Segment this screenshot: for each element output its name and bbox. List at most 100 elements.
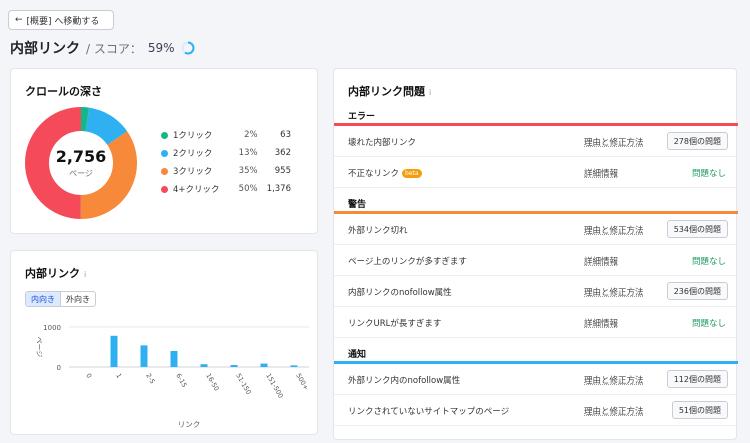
issue-row[interactable]: 外部リンク内のnofollow属性 理由と修正方法 112個の問題 (334, 365, 738, 395)
legend-label: 4+クリック (173, 185, 220, 195)
legend-percent: 2% (244, 130, 258, 140)
legend-percent: 35% (238, 166, 258, 176)
issue-count-button[interactable]: 51個の問題 (671, 401, 728, 419)
x-tick-label: 51-150 (234, 372, 252, 396)
section-divider (334, 361, 738, 364)
bar (200, 364, 208, 367)
issue-status: 問題なし (691, 319, 726, 329)
score-ring-icon (181, 41, 195, 55)
arrow-left-icon: ← (15, 15, 23, 25)
issue-status: 問題なし (691, 169, 726, 179)
issue-name[interactable]: 内部リンクのnofollow属性 (348, 286, 452, 298)
legend-item: 2クリック 13% 362 (161, 147, 291, 159)
issue-count-button[interactable]: 534個の問題 (666, 220, 728, 238)
internal-links-title: 内部リンク i (25, 265, 86, 281)
section-heading: 警告 (348, 200, 367, 210)
issue-count-button[interactable]: 236個の問題 (666, 282, 728, 300)
legend-label: 3クリック (173, 167, 213, 177)
crawl-depth-title: クロールの深さ (25, 85, 102, 98)
total-pages: 2,756 (55, 147, 107, 166)
issue-name[interactable]: ページ上のリンクが多すぎます (348, 255, 467, 267)
issue-row[interactable]: 内部リンクのnofollow属性 理由と修正方法 236個の問題 (334, 277, 738, 307)
issue-help-link[interactable]: 理由と修正方法 (584, 224, 644, 236)
legend-count: 955 (274, 166, 291, 176)
bar (140, 345, 148, 367)
issue-help-link[interactable]: 詳細情報 (584, 167, 618, 179)
crawl-depth-card: クロールの深さ 2,756 ページ 1クリック 2% 63 2クリック 13% 362 3ク… (10, 68, 318, 234)
x-tick-label: 6-15 (174, 372, 188, 389)
legend-percent: 13% (238, 148, 258, 158)
issue-name[interactable]: 不正なリンク beta (348, 167, 422, 179)
internal-links-title-text: 内部リンク (25, 267, 80, 280)
issue-help-link[interactable]: 理由と修正方法 (584, 136, 644, 148)
issue-help-link[interactable]: 理由と修正方法 (584, 405, 644, 417)
y-tick-label: 1000 (43, 324, 61, 332)
issue-name[interactable]: リンクURLが長すぎます (348, 317, 441, 329)
x-tick-label: 16-50 (204, 372, 220, 392)
x-tick-label: 1 (114, 372, 123, 380)
legend-percent: 50% (238, 184, 258, 194)
legend-count: 362 (274, 148, 291, 158)
section-divider (334, 211, 738, 214)
legend-item: 4+クリック 50% 1,376 (161, 183, 291, 195)
issue-name[interactable]: リンクされていないサイトマップのページ (348, 405, 509, 417)
x-tick-label: 500+ (294, 372, 310, 391)
legend-item: 1クリック 2% 63 (161, 129, 291, 141)
y-tick-label: 0 (57, 364, 61, 372)
issue-row[interactable]: リンクURLが長すぎます 詳細情報 問題なし (334, 308, 738, 338)
legend-count: 63 (280, 130, 291, 140)
legend-count: 1,376 (266, 184, 291, 194)
issues-title-text: 内部リンク問題 (348, 85, 425, 98)
issue-row[interactable]: ページ上のリンクが多すぎます 詳細情報 問題なし (334, 246, 738, 276)
page-title: 内部リンク (10, 41, 80, 57)
issue-row[interactable]: 外部リンク切れ 理由と修正方法 534個の問題 (334, 215, 738, 245)
section-heading: エラー (348, 112, 376, 122)
bar (260, 363, 268, 367)
beta-badge: beta (402, 169, 422, 178)
issue-row[interactable]: 壊れた内部リンク 理由と修正方法 278個の問題 (334, 127, 738, 157)
issue-name[interactable]: 外部リンク切れ (348, 224, 408, 236)
score-label: / スコア： (86, 41, 142, 56)
issue-status: 問題なし (691, 257, 726, 267)
legend-item: 3クリック 35% 955 (161, 165, 291, 177)
legend-dot-icon (161, 185, 168, 193)
x-axis-label: リンク (178, 420, 201, 429)
issue-help-link[interactable]: 詳細情報 (584, 255, 618, 267)
toggle-outbound[interactable]: 外向き (61, 292, 95, 306)
issue-count-button[interactable]: 278個の問題 (666, 132, 728, 150)
x-tick-label: 0 (84, 372, 93, 380)
page-header: 内部リンク / スコア： 59% (10, 38, 195, 58)
bar (170, 351, 178, 367)
issue-name[interactable]: 外部リンク内のnofollow属性 (348, 374, 460, 386)
bar (290, 365, 298, 367)
bar (230, 365, 238, 367)
internal-links-card: 内部リンク i 内向き 外向き 1000 0 ページ 0 1 2-5 6-15 16-50 51-… (10, 250, 318, 435)
issue-name[interactable]: 壊れた内部リンク (348, 136, 416, 148)
toggle-inbound[interactable]: 内向き (26, 292, 61, 306)
issue-row[interactable]: 不正なリンク beta 詳細情報 問題なし (334, 158, 738, 188)
x-tick-label: 2-5 (144, 372, 156, 385)
legend-dot-icon (161, 131, 168, 139)
donut-center: 2,756 ページ (25, 107, 137, 219)
back-to-overview-button[interactable]: ← [概要] へ移動する (8, 10, 114, 30)
bar (110, 335, 118, 367)
issue-help-link[interactable]: 理由と修正方法 (584, 374, 644, 386)
legend-label: 1クリック (173, 131, 213, 141)
y-axis-label: ページ (35, 337, 43, 358)
info-icon[interactable]: i (429, 88, 431, 97)
legend-dot-icon (161, 149, 168, 157)
internal-links-bar-chart: 1000 0 ページ 0 1 2-5 6-15 16-50 51-150 151-500 500+ リ… (35, 324, 310, 429)
legend-label: 2クリック (173, 149, 213, 159)
section-heading: 通知 (348, 350, 367, 360)
issue-help-link[interactable]: 理由と修正方法 (584, 286, 644, 298)
legend-dot-icon (161, 167, 168, 175)
score-value: 59% (147, 41, 175, 55)
issue-count-button[interactable]: 112個の問題 (666, 370, 728, 388)
issue-row[interactable]: リンクされていないサイトマップのページ 理由と修正方法 51個の問題 (334, 396, 738, 426)
x-tick-label: 151-500 (264, 372, 285, 400)
issue-help-link[interactable]: 詳細情報 (584, 317, 618, 329)
issues-title: 内部リンク問題 i (348, 83, 431, 99)
internal-link-issues-card: 内部リンク問題 i エラー 壊れた内部リンク 理由と修正方法 278個の問題 不正なリンク… (333, 68, 738, 440)
link-direction-toggle: 内向き 外向き (25, 291, 96, 307)
info-icon[interactable]: i (84, 270, 86, 279)
